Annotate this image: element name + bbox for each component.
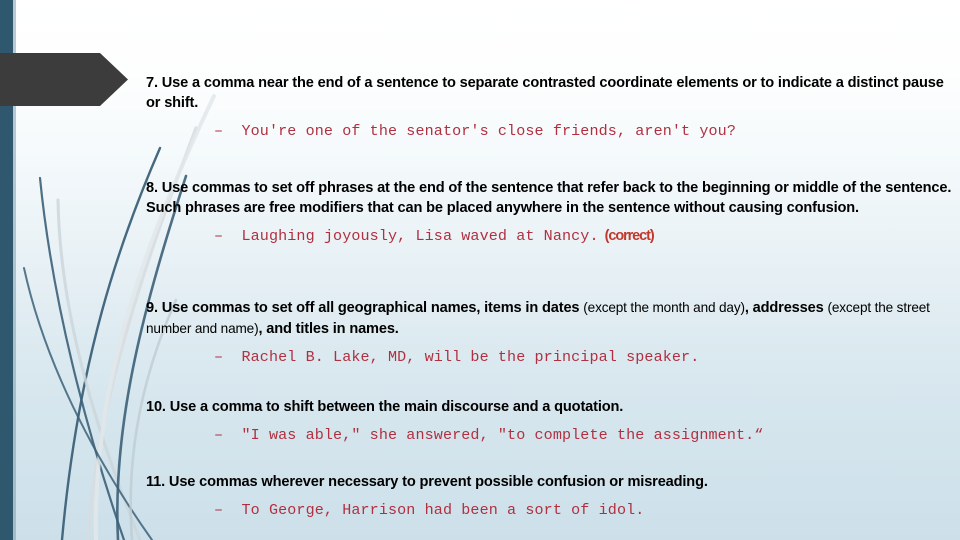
rule-9-paren-dates: (except the month and day) — [583, 300, 745, 315]
slide-canvas: 7. Use a comma near the end of a sentenc… — [0, 0, 960, 540]
rule-11-text: 11. Use commas wherever necessary to pre… — [146, 474, 708, 490]
left-accent-bar-highlight — [13, 0, 16, 540]
rule-8-example: – Laughing joyously, Lisa waved at Nancy… — [214, 226, 599, 245]
rule-block-7: 7. Use a comma near the end of a sentenc… — [146, 74, 956, 141]
rule-8-annotation-correct: (correct) — [604, 227, 655, 244]
rule-9-text-part1: 9. Use commas to set off all geographica… — [146, 300, 584, 316]
left-accent-bar — [0, 0, 13, 540]
rule-8-example-line: – Laughing joyously, Lisa waved at Nancy… — [146, 226, 956, 246]
rule-block-8: 8. Use commas to set off phrases at the … — [146, 179, 956, 246]
rule-10-text: 10. Use a comma to shift between the mai… — [146, 399, 624, 415]
rule-9-example: – Rachel B. Lake, MD, will be the princi… — [214, 347, 700, 366]
rule-block-10: 10. Use a comma to shift between the mai… — [146, 398, 956, 445]
rule-8-text: 8. Use commas to set off phrases at the … — [146, 180, 952, 216]
rule-9-text-part3: , and titles in names. — [258, 320, 399, 337]
rule-7-example: – You're one of the senator's close frie… — [214, 121, 736, 140]
rule-7-text: 7. Use a comma near the end of a sentenc… — [146, 75, 944, 111]
rule-block-9: 9. Use commas to set off all geographica… — [146, 298, 956, 367]
rule-10-example: – "I was able," she answered, "to comple… — [214, 425, 764, 444]
rule-block-11: 11. Use commas wherever necessary to pre… — [146, 473, 956, 520]
rule-9-text: 9. Use commas to set off all geographica… — [146, 298, 956, 340]
rule-11-example: – To George, Harrison had been a sort of… — [214, 500, 645, 519]
arrow-banner-shape — [0, 53, 128, 106]
rule-9-text-part2: , addresses — [744, 300, 828, 316]
